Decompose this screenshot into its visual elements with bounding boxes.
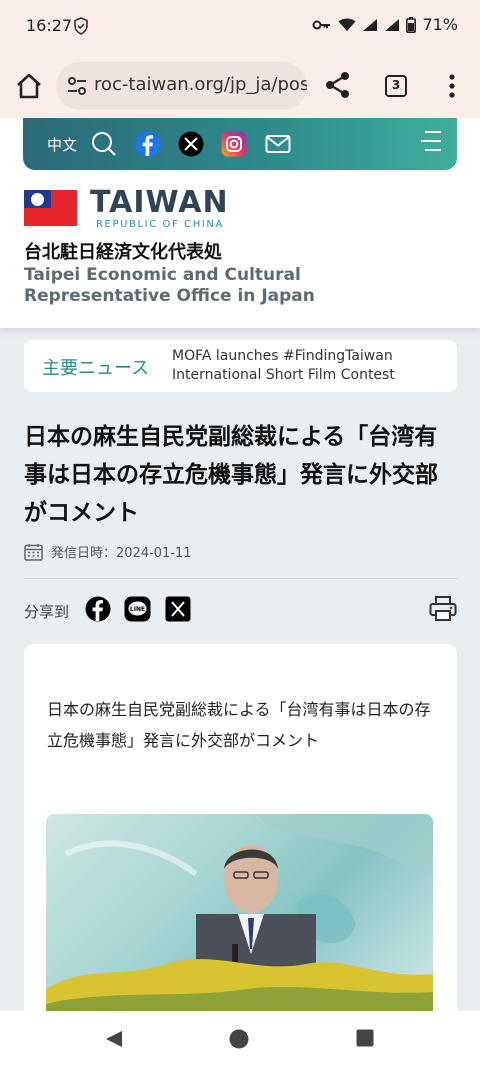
tab-switcher-button[interactable]: 3: [385, 75, 407, 97]
mail-icon[interactable]: [265, 131, 291, 157]
share-row: 分享到 LINE: [24, 596, 457, 624]
back-icon[interactable]: [104, 1029, 124, 1049]
logo-subtitle: REPUBLIC OF CHINA: [96, 219, 224, 230]
site-header: 中文 TAIWAN REPUBLIC OF CHINA 台北駐日経済文化代表処 …: [0, 118, 480, 328]
signal-icon: [363, 18, 378, 31]
recents-icon[interactable]: [356, 1029, 374, 1047]
battery-percent: 71%: [422, 15, 458, 34]
share-icon[interactable]: [324, 70, 352, 100]
publish-date-row: 発信日時：2024-01-11: [24, 542, 192, 561]
share-x-icon[interactable]: [165, 596, 191, 622]
instagram-icon[interactable]: [221, 131, 247, 157]
browser-toolbar: roc-taiwan.org/jp_ja/pos 3: [0, 52, 480, 118]
print-icon[interactable]: [429, 596, 457, 622]
search-icon[interactable]: [91, 131, 117, 157]
divider: [24, 578, 457, 579]
site-settings-icon[interactable]: [66, 75, 88, 97]
photo-illustration: [46, 814, 433, 1011]
status-bar: 16:27 71%: [0, 0, 480, 52]
web-page: 中文 TAIWAN REPUBLIC OF CHINA 台北駐日経済文化代表処 …: [0, 118, 480, 1011]
battery-icon: [406, 16, 417, 33]
taiwan-flag: [24, 190, 77, 226]
home-nav-icon[interactable]: [229, 1029, 249, 1049]
article-lead: 日本の麻生自民党副総裁による「台湾有事は日本の存立危機事態」発言に外交部がコメン…: [47, 700, 431, 750]
svg-text:LINE: LINE: [130, 606, 145, 613]
facebook-icon[interactable]: [135, 131, 161, 157]
share-label: 分享到: [24, 603, 70, 621]
calendar-icon: [24, 543, 43, 561]
x-icon[interactable]: [178, 131, 204, 157]
menu-icon[interactable]: [419, 130, 443, 152]
url-text[interactable]: roc-taiwan.org/jp_ja/pos: [94, 74, 307, 95]
site-toolbar: 中文: [23, 118, 457, 170]
status-time: 16:27: [26, 16, 73, 35]
address-bar[interactable]: roc-taiwan.org/jp_ja/pos: [56, 62, 307, 110]
news-ticker-label: 主要ニュース: [42, 358, 150, 379]
signal-icon-2: [385, 18, 400, 31]
logo-wordmark: TAIWAN: [90, 185, 229, 220]
shield-icon: [74, 17, 88, 35]
language-switch[interactable]: 中文: [47, 134, 77, 155]
article-photo[interactable]: [46, 814, 433, 1011]
publish-date: 発信日時：2024-01-11: [51, 546, 192, 561]
system-nav-bar: [0, 1011, 480, 1067]
status-right: 71%: [312, 15, 458, 34]
wifi-icon: [338, 18, 356, 31]
overflow-menu-icon[interactable]: [440, 72, 464, 100]
home-icon[interactable]: [14, 71, 44, 101]
office-name-jp: 台北駐日経済文化代表処: [24, 242, 222, 263]
news-ticker-headline[interactable]: MOFA launches #FindingTaiwan Internation…: [172, 347, 442, 385]
office-name-en: Taipei Economic and Cultural Representat…: [24, 265, 315, 306]
share-facebook-icon[interactable]: [85, 596, 111, 622]
share-line-icon[interactable]: LINE: [124, 596, 151, 622]
site-logo[interactable]: TAIWAN REPUBLIC OF CHINA: [90, 187, 229, 231]
article-body: 日本の麻生自民党副総裁による「台湾有事は日本の存立危機事態」発言に外交部がコメン…: [24, 644, 457, 1011]
article-title: 日本の麻生自民党副総裁による「台湾有事は日本の存立危機事態」発言に外交部がコメン…: [24, 424, 438, 526]
key-icon: [312, 20, 331, 29]
news-ticker[interactable]: 主要ニュース MOFA launches #FindingTaiwan Inte…: [24, 340, 457, 392]
